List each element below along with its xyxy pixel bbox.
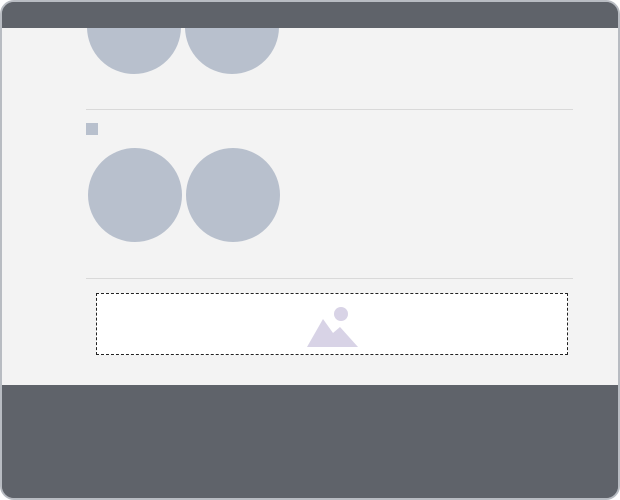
top-bar bbox=[2, 2, 618, 28]
section-marker-icon bbox=[86, 123, 98, 135]
avatar-top-left[interactable] bbox=[87, 28, 181, 74]
content-area bbox=[2, 28, 618, 385]
avatar-top-right[interactable] bbox=[185, 28, 279, 74]
device-frame bbox=[0, 0, 620, 500]
image-icon bbox=[306, 300, 360, 348]
avatar-middle-right[interactable] bbox=[186, 148, 280, 242]
image-placeholder[interactable] bbox=[96, 293, 568, 355]
avatar-middle-left[interactable] bbox=[88, 148, 182, 242]
section-divider-top bbox=[86, 109, 573, 110]
section-divider-bottom bbox=[86, 278, 573, 279]
bottom-panel bbox=[2, 385, 618, 498]
